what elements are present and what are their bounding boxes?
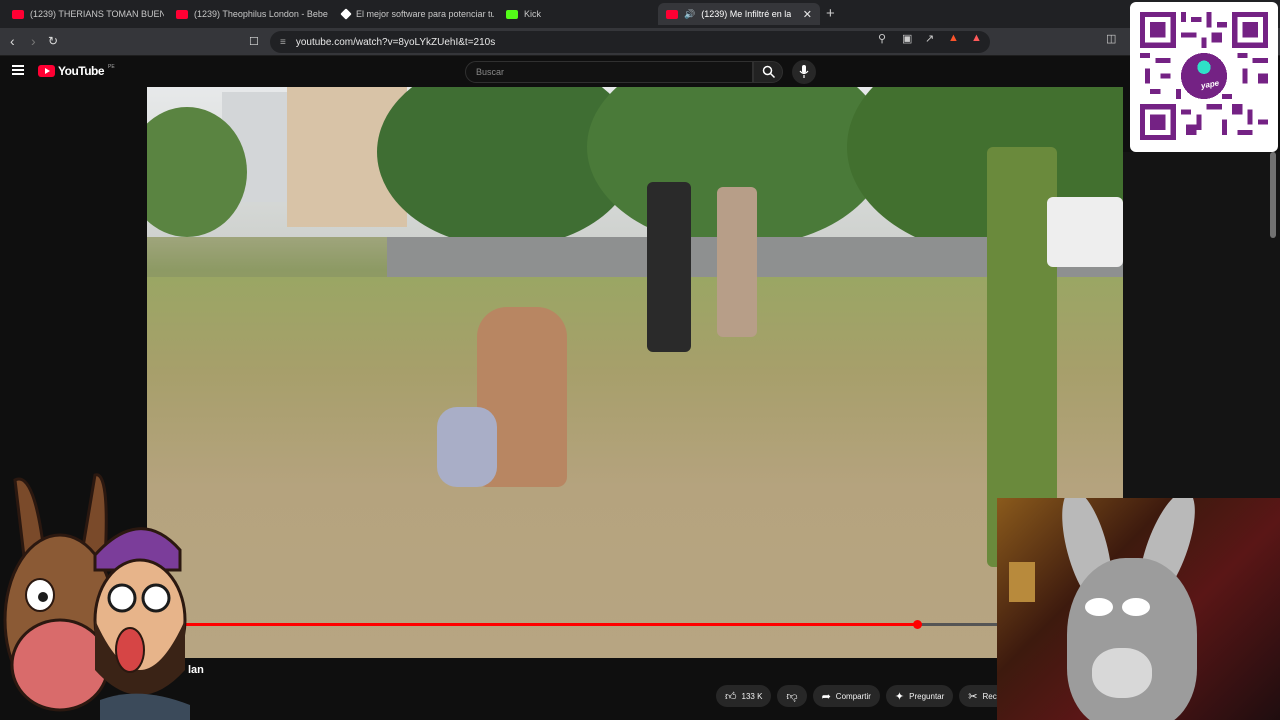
scrollbar-thumb[interactable]: [1270, 152, 1276, 238]
new-tab-icon[interactable]: +: [826, 5, 835, 22]
tab-active-video[interactable]: 🔊 (1239) Me Infiltré en la Comu ✕: [658, 3, 820, 25]
reload-icon[interactable]: ↻: [48, 34, 58, 48]
diamond-icon: [340, 8, 352, 20]
cast-icon[interactable]: ▣: [902, 32, 912, 45]
webcam-mask-snout: [1092, 648, 1152, 698]
sidebar-icon[interactable]: ◫: [1106, 32, 1116, 45]
youtube-icon: [666, 9, 678, 19]
progress-fill: [147, 623, 918, 626]
youtube-icon: [12, 9, 24, 19]
speaker-icon: 🔊: [684, 8, 696, 19]
kick-icon: [506, 9, 518, 19]
brave-rewards-icon[interactable]: ▲: [971, 32, 982, 44]
logo-text: YouTube: [58, 64, 105, 78]
youtube-logo[interactable]: YouTube PE: [38, 64, 115, 78]
tab-label: (1239) Me Infiltré en la Comu: [701, 9, 791, 19]
youtube-play-icon: [38, 65, 55, 77]
video-parked-car: [1047, 197, 1123, 267]
url-text: youtube.com/watch?v=8yoLYkZUehI&t=210s: [295, 36, 496, 48]
back-arrow-icon[interactable]: ‹: [10, 33, 15, 49]
video-plush-tail: [437, 407, 497, 487]
sparkle-icon: ✦: [894, 690, 905, 703]
search-input[interactable]: Buscar: [465, 61, 753, 83]
video-grass: [147, 277, 1123, 658]
webcam-mask-eye: [1122, 598, 1150, 616]
like-count: 133 K: [741, 691, 763, 701]
brave-shield-icon[interactable]: ▲: [948, 32, 959, 44]
bookmark-icon[interactable]: ☐: [249, 35, 259, 48]
scissors-icon: ✂: [968, 690, 978, 703]
video-progress-bar[interactable]: [147, 620, 997, 629]
site-settings-icon[interactable]: ≡: [280, 37, 286, 48]
avatar-glasses: [141, 583, 171, 613]
menu-icon[interactable]: [12, 65, 24, 75]
thumbs-down-icon: 👎︎: [786, 690, 798, 703]
address-toolbar: ‹ › ↻ ☐ ≡ youtube.com/watch?v=8yoLYkZUeh…: [0, 28, 1280, 56]
tab-label: Kick: [524, 9, 542, 19]
dislike-button[interactable]: 👎︎: [777, 685, 807, 707]
webcam-wall-frame: [1009, 562, 1035, 602]
video-person: [647, 182, 691, 352]
yape-qr-code: yape: [1130, 2, 1278, 152]
tab-therians[interactable]: (1239) THERIANS TOMAN BUENOS A: [4, 3, 164, 25]
video-person: [717, 187, 757, 337]
like-button[interactable]: 👍︎ 133 K: [716, 685, 772, 707]
close-icon[interactable]: ✕: [803, 8, 812, 21]
avatar-glasses: [107, 583, 137, 613]
share-label: Compartir: [835, 691, 871, 701]
webcam-overlay: [997, 498, 1280, 720]
streamer-avatar: [3, 473, 190, 720]
search-button[interactable]: [753, 61, 783, 83]
qr-code-icon: [1140, 12, 1268, 140]
tab-software[interactable]: El mejor software para potenciar tu s: [334, 3, 494, 25]
share-icon[interactable]: ↗: [925, 32, 934, 45]
video-actions: 👍︎ 133 K 👎︎ ➦ Compartir ✦ Preguntar ✂ Re…: [716, 685, 1023, 707]
webcam-mask-eye: [1085, 598, 1113, 616]
ask-button[interactable]: ✦ Preguntar: [885, 685, 954, 707]
search-icon: [762, 65, 776, 79]
forward-arrow-icon[interactable]: ›: [31, 33, 36, 49]
ask-label: Preguntar: [909, 691, 945, 701]
youtube-icon: [176, 9, 188, 19]
microphone-icon: [799, 65, 809, 78]
youtube-header: YouTube PE Buscar: [0, 56, 1280, 88]
avatar-tongue: [115, 627, 145, 673]
region-code: PE: [108, 64, 115, 70]
browser-tab-strip: (1239) THERIANS TOMAN BUENOS A (1239) Th…: [0, 0, 1280, 28]
tab-kick[interactable]: Kick: [498, 3, 648, 25]
tab-label: El mejor software para potenciar tu s: [356, 9, 494, 19]
voice-search-button[interactable]: [792, 60, 816, 84]
share-button[interactable]: ➦ Compartir: [812, 685, 880, 707]
right-panel: [1123, 152, 1280, 498]
share-arrow-icon: ➦: [821, 690, 831, 703]
tab-label: (1239) Theophilus London - Bebey (F: [194, 9, 328, 19]
avatar-donkey-mouth: [10, 618, 110, 712]
avatar-donkey-pupil: [38, 592, 48, 602]
tab-label: (1239) THERIANS TOMAN BUENOS A: [30, 9, 164, 19]
zoom-icon[interactable]: ⚲: [878, 32, 886, 45]
tab-theophilus[interactable]: (1239) Theophilus London - Bebey (F: [168, 3, 328, 25]
avatar-shirt: [100, 693, 190, 720]
thumbs-up-icon: 👍︎: [725, 690, 737, 703]
video-player[interactable]: [147, 87, 1123, 658]
